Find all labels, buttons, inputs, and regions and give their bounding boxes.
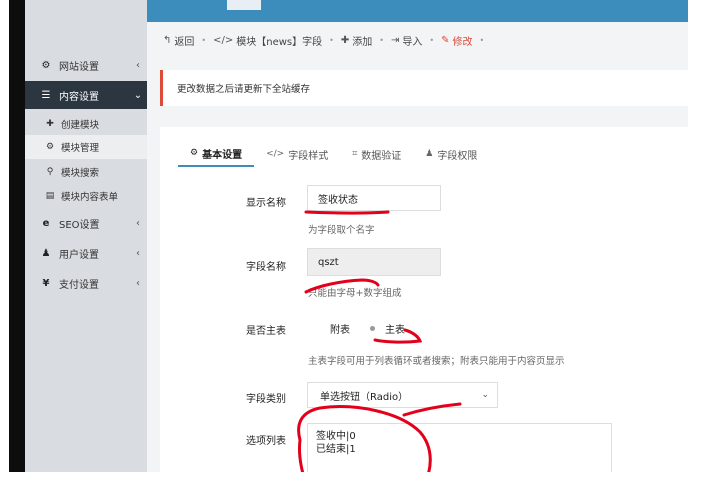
is-main-help: 主表字段可用于列表循环或者搜索；附表只能用于内容页显示 [308,356,565,367]
sidebar-item-seo-settings[interactable]: e SEO设置 ‹ [25,209,147,237]
add-link[interactable]: ✚ 添加 [341,33,372,48]
edge-icon: e [42,217,50,229]
sidebar-item-payment-settings[interactable]: ¥ 支付设置 ‹ [25,269,147,297]
chevron-down-icon: ⌄ [481,390,489,400]
sidebar-subitem-module-search[interactable]: ⚲ 模块搜索 [25,160,147,184]
code-icon: </> [266,149,285,159]
field-name-label: 字段名称 [246,262,286,273]
breadcrumb-separator: • [479,35,485,45]
tab-basic-settings[interactable]: ⚙ 基本设置 [178,141,255,167]
module-fields-link[interactable]: </> 模块【news】字段 [213,33,322,48]
sidebar-subitem-label: 模块管理 [61,143,100,154]
sidebar-item-label: 用户设置 [59,249,99,261]
left-dark-strip [9,0,25,485]
sidebar-item-website-settings[interactable]: ⚙ 网站设置 ‹ [25,51,147,79]
breadcrumb: ↰ 返回 • </> 模块【news】字段 • ✚ 添加 • ⇥ 导入 • ✎ … [163,30,491,50]
screen-root: ⚙ 网站设置 ‹ ☰ 内容设置 ⌄ ✚ 创建模块 ⚙ 模块管理 ⚲ 模块搜索 ▤… [0,0,712,485]
options-label: 选项列表 [246,436,286,447]
tab-data-validation[interactable]: ⌗ 数据验证 [340,141,413,167]
is-main-label: 是否主表 [246,326,286,337]
radio-sub-table[interactable]: 附表 [313,321,350,336]
right-margin [688,0,712,485]
sidebar-item-label: 内容设置 [59,91,99,103]
sidebar-subitem-create-module[interactable]: ✚ 创建模块 [25,112,147,136]
option-line: 签收中|0 [316,431,356,442]
cogs-icon: ⚙ [45,142,55,152]
breadcrumb-separator: • [329,35,334,45]
display-name-input[interactable]: 签收状态 [307,185,441,211]
reply-icon: ↰ [163,34,172,46]
field-name-help: 只能由字母+数字组成 [308,288,402,299]
sidebar-subitem-module-form[interactable]: ▤ 模块内容表单 [25,184,147,208]
sidebar-item-label: 网站设置 [59,61,99,73]
back-link[interactable]: ↰ 返回 [163,33,194,48]
import-link[interactable]: ⇥ 导入 [391,33,422,48]
radio-main-table[interactable]: 主表 [370,321,405,336]
field-type-select[interactable]: 单选按钮（Radio） ⌄ [307,382,498,408]
sidebar-item-content-settings[interactable]: ☰ 内容设置 ⌄ [25,81,147,109]
sidebar-subitem-label: 模块搜索 [61,168,100,179]
chevron-down-icon: ⌄ [133,89,143,101]
breadcrumb-separator: • [429,35,435,45]
sidebar-subitem-label: 模块内容表单 [61,192,119,203]
plus-icon: ✚ [46,119,54,129]
user-icon: ♟ [41,247,51,259]
tab-field-permission[interactable]: ♟ 字段权限 [413,141,489,167]
field-name-input[interactable]: qszt [307,248,441,276]
main-content: ↰ 返回 • </> 模块【news】字段 • ✚ 添加 • ⇥ 导入 • ✎ … [147,22,688,485]
bottom-cutoff [0,472,712,485]
radio-dot [313,325,320,332]
field-type-label: 字段类别 [246,394,286,405]
cog-icon: ⚙ [190,148,199,158]
chevron-left-icon: ‹ [136,59,140,71]
cache-alert: 更改数据之后请更新下全站缓存 [160,70,688,106]
code-icon: </> [213,34,234,46]
sidebar-item-label: 支付设置 [59,279,99,291]
sidebar-subitem-module-manage[interactable]: ⚙ 模块管理 [25,135,147,159]
sidebar-item-label: SEO设置 [59,219,100,231]
chevron-left-icon: ‹ [136,277,140,289]
edit-link[interactable]: ✎ 修改 [441,33,472,48]
chevron-left-icon: ‹ [136,247,140,259]
sidebar: ⚙ 网站设置 ‹ ☰ 内容设置 ⌄ ✚ 创建模块 ⚙ 模块管理 ⚲ 模块搜索 ▤… [25,0,147,485]
sidebar-item-user-settings[interactable]: ♟ 用户设置 ‹ [25,239,147,267]
top-header-bar [147,0,688,22]
form-tabs: ⚙ 基本设置 </> 字段样式 ⌗ 数据验证 ♟ 字段权限 [178,141,489,167]
display-name-help: 为字段取个名字 [308,225,375,236]
edit-icon: ✎ [441,34,450,46]
user-icon: ♟ [425,149,434,159]
tab-field-style[interactable]: </> 字段样式 [254,141,340,167]
yen-icon: ¥ [42,277,50,289]
breadcrumb-separator: • [201,35,207,45]
radio-dot-selected [370,326,375,331]
option-line: 已结束|1 [316,444,356,455]
list-icon: ☰ [41,89,51,101]
field-form-panel: ⚙ 基本设置 </> 字段样式 ⌗ 数据验证 ♟ 字段权限 显示名称 签收状态 … [160,127,688,485]
table-icon: ▤ [45,191,55,201]
breadcrumb-separator: • [379,35,384,45]
sidebar-subitem-label: 创建模块 [61,120,100,131]
display-name-label: 显示名称 [246,198,286,209]
gear-icon: ⚙ [41,59,51,71]
sign-in-icon: ⇥ [390,34,400,46]
chevron-left-icon: ‹ [136,217,140,229]
plus-icon: ✚ [340,34,350,46]
alert-text: 更改数据之后请更新下全站缓存 [177,84,311,95]
search-icon: ⚲ [46,167,54,177]
crop-icon: ⌗ [352,149,358,159]
active-top-tab[interactable] [227,0,261,10]
